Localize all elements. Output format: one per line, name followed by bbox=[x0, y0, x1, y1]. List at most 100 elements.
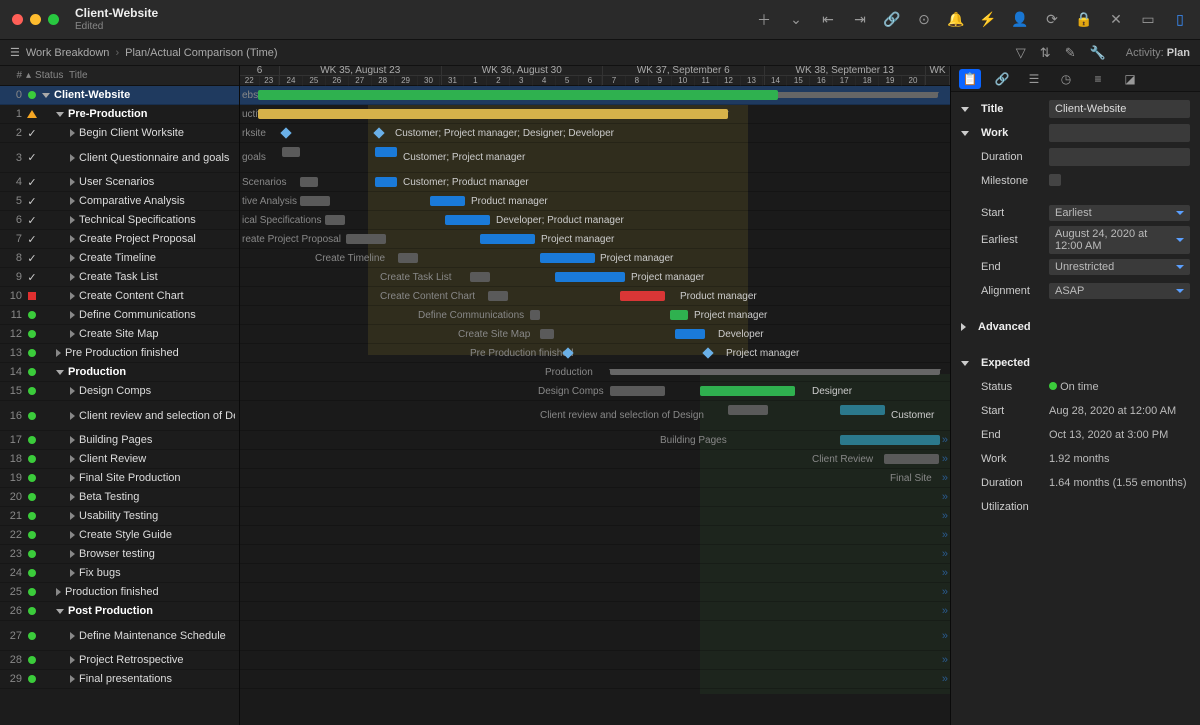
gantt-bar[interactable] bbox=[840, 405, 885, 415]
inspector-tab-info[interactable]: 📋 bbox=[959, 69, 981, 89]
task-row[interactable]: 8✓Create Timeline bbox=[0, 249, 239, 268]
gantt-row[interactable]: » bbox=[240, 621, 950, 651]
task-row[interactable]: 9✓Create Task List bbox=[0, 268, 239, 287]
gantt-bar[interactable] bbox=[540, 253, 595, 263]
task-row[interactable]: 2✓Begin Client Worksite bbox=[0, 124, 239, 143]
more-icon[interactable]: ⊙ bbox=[916, 12, 932, 28]
user-icon[interactable]: 👤 bbox=[1012, 12, 1028, 28]
duration-field[interactable] bbox=[1049, 148, 1190, 166]
gantt-row[interactable]: ebsite bbox=[240, 86, 950, 105]
task-row[interactable]: 18Client Review bbox=[0, 450, 239, 469]
gantt-row[interactable]: » bbox=[240, 526, 950, 545]
task-row[interactable]: 3✓Client Questionnaire and goals bbox=[0, 143, 239, 173]
task-row[interactable]: 27Define Maintenance Schedule bbox=[0, 621, 239, 651]
gantt-bar[interactable] bbox=[610, 369, 940, 375]
gantt-bar[interactable] bbox=[258, 109, 728, 119]
gantt-row[interactable]: » bbox=[240, 488, 950, 507]
gantt-bar[interactable] bbox=[540, 329, 554, 339]
gantt-bar[interactable] bbox=[884, 454, 939, 464]
inspector-tab-time[interactable]: ◷ bbox=[1055, 69, 1077, 89]
task-row[interactable]: 23Browser testing bbox=[0, 545, 239, 564]
breadcrumb-a[interactable]: Work Breakdown bbox=[26, 47, 110, 59]
task-row[interactable]: 14Production bbox=[0, 363, 239, 382]
end-select[interactable]: Unrestricted bbox=[1049, 259, 1190, 275]
gantt-bar[interactable] bbox=[300, 196, 330, 206]
task-row[interactable]: 16Client review and selection of Design bbox=[0, 401, 239, 431]
task-row[interactable]: 26Post Production bbox=[0, 602, 239, 621]
gantt-bar[interactable] bbox=[480, 234, 535, 244]
gantt-row[interactable]: Client review and selection of DesignCus… bbox=[240, 401, 950, 431]
gantt-row[interactable]: reate Project ProposalProject manager bbox=[240, 230, 950, 249]
task-row[interactable]: 22Create Style Guide bbox=[0, 526, 239, 545]
panel-icon[interactable]: ▯ bbox=[1172, 12, 1188, 28]
milestone-diamond-icon[interactable] bbox=[280, 127, 291, 138]
milestone-checkbox[interactable] bbox=[1049, 174, 1061, 186]
gantt-row[interactable]: uction bbox=[240, 105, 950, 124]
gantt-bar[interactable] bbox=[398, 253, 418, 263]
gantt-row[interactable]: Pre Production finishedProject manager bbox=[240, 344, 950, 363]
gantt-bar[interactable] bbox=[375, 177, 397, 187]
bell-icon[interactable]: 🔔 bbox=[948, 12, 964, 28]
bolt-icon[interactable]: ⚡ bbox=[980, 12, 996, 28]
task-row[interactable]: 19Final Site Production bbox=[0, 469, 239, 488]
gantt-row[interactable]: Create TimelineProject manager bbox=[240, 249, 950, 268]
task-row[interactable]: 6✓Technical Specifications bbox=[0, 211, 239, 230]
gantt-bar[interactable] bbox=[346, 234, 386, 244]
gantt-row[interactable]: » bbox=[240, 545, 950, 564]
gantt-row[interactable]: Define CommunicationsProject manager bbox=[240, 306, 950, 325]
task-row[interactable]: 20Beta Testing bbox=[0, 488, 239, 507]
disclosure-icon[interactable] bbox=[56, 112, 64, 117]
disclosure-icon[interactable] bbox=[961, 131, 969, 136]
gantt-row[interactable]: » bbox=[240, 583, 950, 602]
task-row[interactable]: 5✓Comparative Analysis bbox=[0, 192, 239, 211]
task-row[interactable]: 12Create Site Map bbox=[0, 325, 239, 344]
gantt-bar[interactable] bbox=[675, 329, 705, 339]
zoom-window-icon[interactable] bbox=[48, 14, 59, 25]
gantt-bar[interactable] bbox=[375, 147, 397, 157]
gantt-row[interactable]: » bbox=[240, 564, 950, 583]
gantt-bar[interactable] bbox=[840, 435, 940, 445]
task-row[interactable]: 29Final presentations bbox=[0, 670, 239, 689]
breadcrumb[interactable]: ☰ Work Breakdown › Plan/Actual Compariso… bbox=[10, 46, 278, 59]
indent-right-icon[interactable]: ⇥ bbox=[852, 12, 868, 28]
tools-icon[interactable]: ✕ bbox=[1108, 12, 1124, 28]
gantt-bar[interactable] bbox=[445, 215, 490, 225]
task-row[interactable]: 13Pre Production finished bbox=[0, 344, 239, 363]
lock-icon[interactable]: 🔒 bbox=[1076, 12, 1092, 28]
gantt-row[interactable]: Create Site MapDeveloper bbox=[240, 325, 950, 344]
gantt-row[interactable]: Design CompsDesigner bbox=[240, 382, 950, 401]
gantt-row[interactable]: » bbox=[240, 602, 950, 621]
gantt-row[interactable]: Client Review» bbox=[240, 450, 950, 469]
disclosure-icon[interactable] bbox=[56, 370, 64, 375]
link-icon[interactable]: 🔗 bbox=[884, 12, 900, 28]
task-row[interactable]: 24Fix bugs bbox=[0, 564, 239, 583]
col-header-status[interactable]: Status bbox=[35, 70, 65, 81]
gantt-row[interactable]: » bbox=[240, 507, 950, 526]
gantt-bar[interactable] bbox=[282, 147, 300, 157]
gantt-bar[interactable] bbox=[610, 386, 665, 396]
task-row[interactable]: 7✓Create Project Proposal bbox=[0, 230, 239, 249]
inspector-expected-row[interactable]: Expected bbox=[961, 352, 1190, 374]
task-row[interactable]: 28Project Retrospective bbox=[0, 651, 239, 670]
gantt-bar[interactable] bbox=[555, 272, 625, 282]
inspector-tab-menu[interactable]: ≡ bbox=[1087, 69, 1109, 89]
dropdown-icon[interactable]: ⌄ bbox=[788, 12, 804, 28]
milestone-diamond-icon[interactable] bbox=[373, 127, 384, 138]
gantt-body[interactable]: ebsiteuctionrksiteCustomer; Project mana… bbox=[240, 86, 950, 689]
gantt-row[interactable]: rksiteCustomer; Project manager; Designe… bbox=[240, 124, 950, 143]
refresh-icon[interactable]: ⟳ bbox=[1044, 12, 1060, 28]
task-row[interactable]: 17Building Pages bbox=[0, 431, 239, 450]
gantt-row[interactable]: Create Task ListProject manager bbox=[240, 268, 950, 287]
filter-icon[interactable]: ▽ bbox=[1016, 45, 1026, 61]
task-row[interactable]: 25Production finished bbox=[0, 583, 239, 602]
disclosure-icon[interactable] bbox=[961, 107, 969, 112]
gantt-row[interactable]: » bbox=[240, 670, 950, 689]
gantt-row[interactable]: Building Pages» bbox=[240, 431, 950, 450]
disclosure-icon[interactable] bbox=[42, 93, 50, 98]
col-header-num[interactable]: # bbox=[4, 70, 22, 81]
col-header-title[interactable]: Title bbox=[69, 70, 88, 81]
gantt-bar[interactable] bbox=[325, 215, 345, 225]
gantt-bar[interactable] bbox=[470, 272, 490, 282]
gantt-row[interactable]: Final Site» bbox=[240, 469, 950, 488]
task-row[interactable]: 1Pre-Production bbox=[0, 105, 239, 124]
